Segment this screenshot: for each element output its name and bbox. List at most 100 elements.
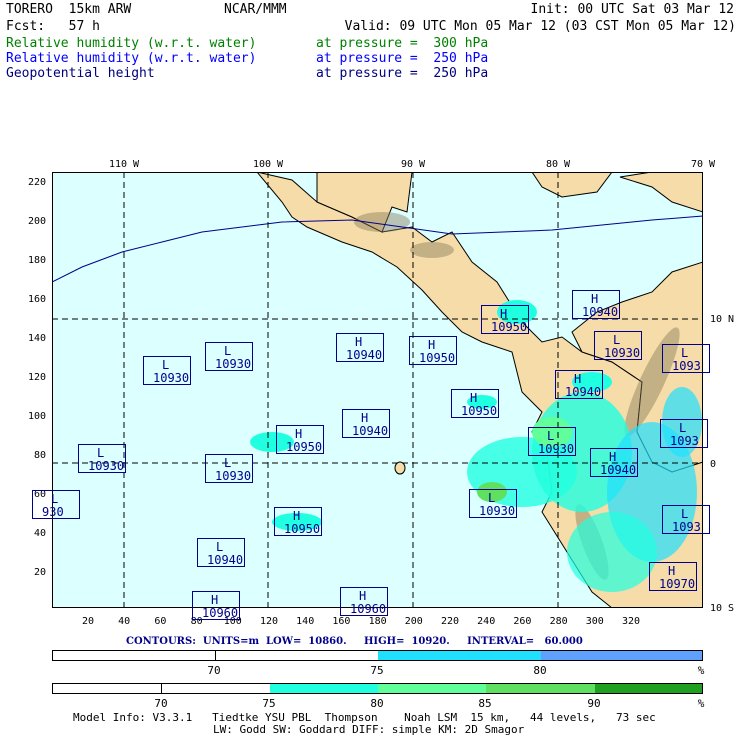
x-tick-label: 300 xyxy=(585,616,604,627)
center-value: 10970 xyxy=(659,577,696,591)
y-tick-label: 140 xyxy=(27,333,46,344)
x-tick-label: 40 xyxy=(118,616,131,627)
center-value: 10950 xyxy=(491,320,528,334)
x-tick-label: 140 xyxy=(296,616,315,627)
x-tick-label: 260 xyxy=(513,616,532,627)
contour-center-label: L 10930 xyxy=(528,427,576,456)
map-graphic xyxy=(52,172,703,608)
y-tick-label: 180 xyxy=(27,255,46,266)
center-value: 10940 xyxy=(582,305,619,319)
contour-center-label: H 10960 xyxy=(192,591,240,620)
colorbar-segment xyxy=(53,684,162,693)
colorbar-segment xyxy=(378,651,541,660)
center-value: 10950 xyxy=(284,522,321,536)
contour-center-label: L 1093 xyxy=(662,344,710,373)
contour-center-label: L 10930 xyxy=(594,331,642,360)
contour-center-label: H 10940 xyxy=(590,448,638,477)
center-value: 10930 xyxy=(88,459,125,473)
contour-center-label: H 10940 xyxy=(336,333,384,362)
map-panel: L 10930 L 10930 H 10940 H 10950 H 10940 H 10950 L 109… xyxy=(32,172,710,620)
contour-center-label: L 10930 xyxy=(78,444,126,473)
weather-map-page: TORERO 15km ARW NCAR/MMM Init: 00 UTC Sa… xyxy=(0,0,740,740)
colorbar-segment xyxy=(541,651,702,660)
y-tick-label: 20 xyxy=(33,567,46,578)
center-value: 10950 xyxy=(286,440,323,454)
x-tick-label: 160 xyxy=(332,616,351,627)
colorbar-250hpa xyxy=(52,650,703,661)
lon-label: 100 W xyxy=(252,159,284,170)
contour-center-label: H 10950 xyxy=(451,389,499,418)
contour-center-label: H 10940 xyxy=(342,409,390,438)
colorbar-tick: 70 xyxy=(207,664,221,677)
x-tick-label: 240 xyxy=(477,616,496,627)
lat-label: 10 S xyxy=(710,603,735,614)
center-value: 10940 xyxy=(600,463,637,477)
center-value: 10940 xyxy=(346,348,383,362)
contour-center-label: H 10950 xyxy=(481,305,529,334)
x-tick-label: 60 xyxy=(154,616,167,627)
contour-center-label: L 10930 xyxy=(205,342,253,371)
contour-center-label: L 930 xyxy=(32,490,80,519)
contour-center-label: H 10970 xyxy=(649,562,697,591)
field-3-name: Geopotential height xyxy=(6,66,155,81)
center-value: 10930 xyxy=(215,469,252,483)
center-value: 10930 xyxy=(479,504,516,518)
lon-label: 80 W xyxy=(545,159,571,170)
lat-label: 0 xyxy=(710,459,717,470)
y-tick-label: 100 xyxy=(27,411,46,422)
colorbar-segment xyxy=(378,684,486,693)
center-value: 10940 xyxy=(207,553,244,567)
lon-label: 70 W xyxy=(690,159,716,170)
field-2-name: Relative humidity (w.r.t. water) xyxy=(6,51,257,66)
x-tick-label: 120 xyxy=(259,616,279,627)
contour-center-label: H 10940 xyxy=(572,290,620,319)
colorbar-tick: 80 xyxy=(533,664,547,677)
center-value: 10950 xyxy=(461,404,498,418)
y-tick-label: 40 xyxy=(33,528,46,539)
field-3-level: at pressure = 250 hPa xyxy=(316,66,489,81)
center-value: 10930 xyxy=(215,357,252,371)
colorbar-tick: 80 xyxy=(370,697,384,710)
colorbar-segment xyxy=(595,684,702,693)
contour-center-label: H 10940 xyxy=(555,370,603,399)
init-time: Init: 00 UTC Sat 03 Mar 12 xyxy=(530,2,735,17)
contour-center-label: H 10950 xyxy=(276,425,324,454)
x-tick-label: 200 xyxy=(404,616,423,627)
colorbar-unit: % xyxy=(697,664,705,677)
center-value: 10930 xyxy=(604,346,641,360)
lon-label: 110 W xyxy=(108,159,140,170)
y-tick-label: 220 xyxy=(27,177,46,188)
contour-center-label: L 1093 xyxy=(660,419,708,448)
center-value: 10940 xyxy=(565,385,602,399)
contour-center-label: L 1093 xyxy=(662,505,710,534)
colorbar-tick: 90 xyxy=(587,697,601,710)
colorbar-tick: 75 xyxy=(262,697,276,710)
center-value: 10930 xyxy=(153,371,190,385)
colorbar-tick: 85 xyxy=(478,697,492,710)
contour-center-label: L 10930 xyxy=(469,489,517,518)
center-value: 10950 xyxy=(419,351,456,365)
field-2-level: at pressure = 250 hPa xyxy=(316,51,489,66)
y-tick-label: 160 xyxy=(27,294,46,305)
model-physics: LW: Godd SW: Goddard DIFF: simple KM: 2D… xyxy=(213,723,525,736)
colorbar-segment xyxy=(53,651,216,660)
x-tick-label: 280 xyxy=(549,616,568,627)
contour-center-label: H 10950 xyxy=(409,336,457,365)
model-title: TORERO 15km ARW xyxy=(6,2,132,17)
center-value: 10960 xyxy=(350,602,387,616)
x-tick-label: 320 xyxy=(621,616,641,627)
x-tick-label: 180 xyxy=(368,616,387,627)
colorbar-tick: 75 xyxy=(370,664,384,677)
x-tick-label: 20 xyxy=(81,616,95,627)
x-tick-label: 220 xyxy=(440,616,460,627)
contour-center-label: L 10940 xyxy=(197,538,245,567)
colorbar-segment xyxy=(486,684,595,693)
field-1-name: Relative humidity (w.r.t. water) xyxy=(6,36,257,51)
y-tick-label: 80 xyxy=(33,450,46,461)
center-value: 1093 xyxy=(672,359,701,373)
colorbar-300hpa xyxy=(52,683,703,694)
org-label: NCAR/MMM xyxy=(224,2,287,17)
contour-center-label: H 10960 xyxy=(340,587,388,616)
center-value: 10960 xyxy=(202,606,239,620)
y-tick-label: 200 xyxy=(27,216,46,227)
